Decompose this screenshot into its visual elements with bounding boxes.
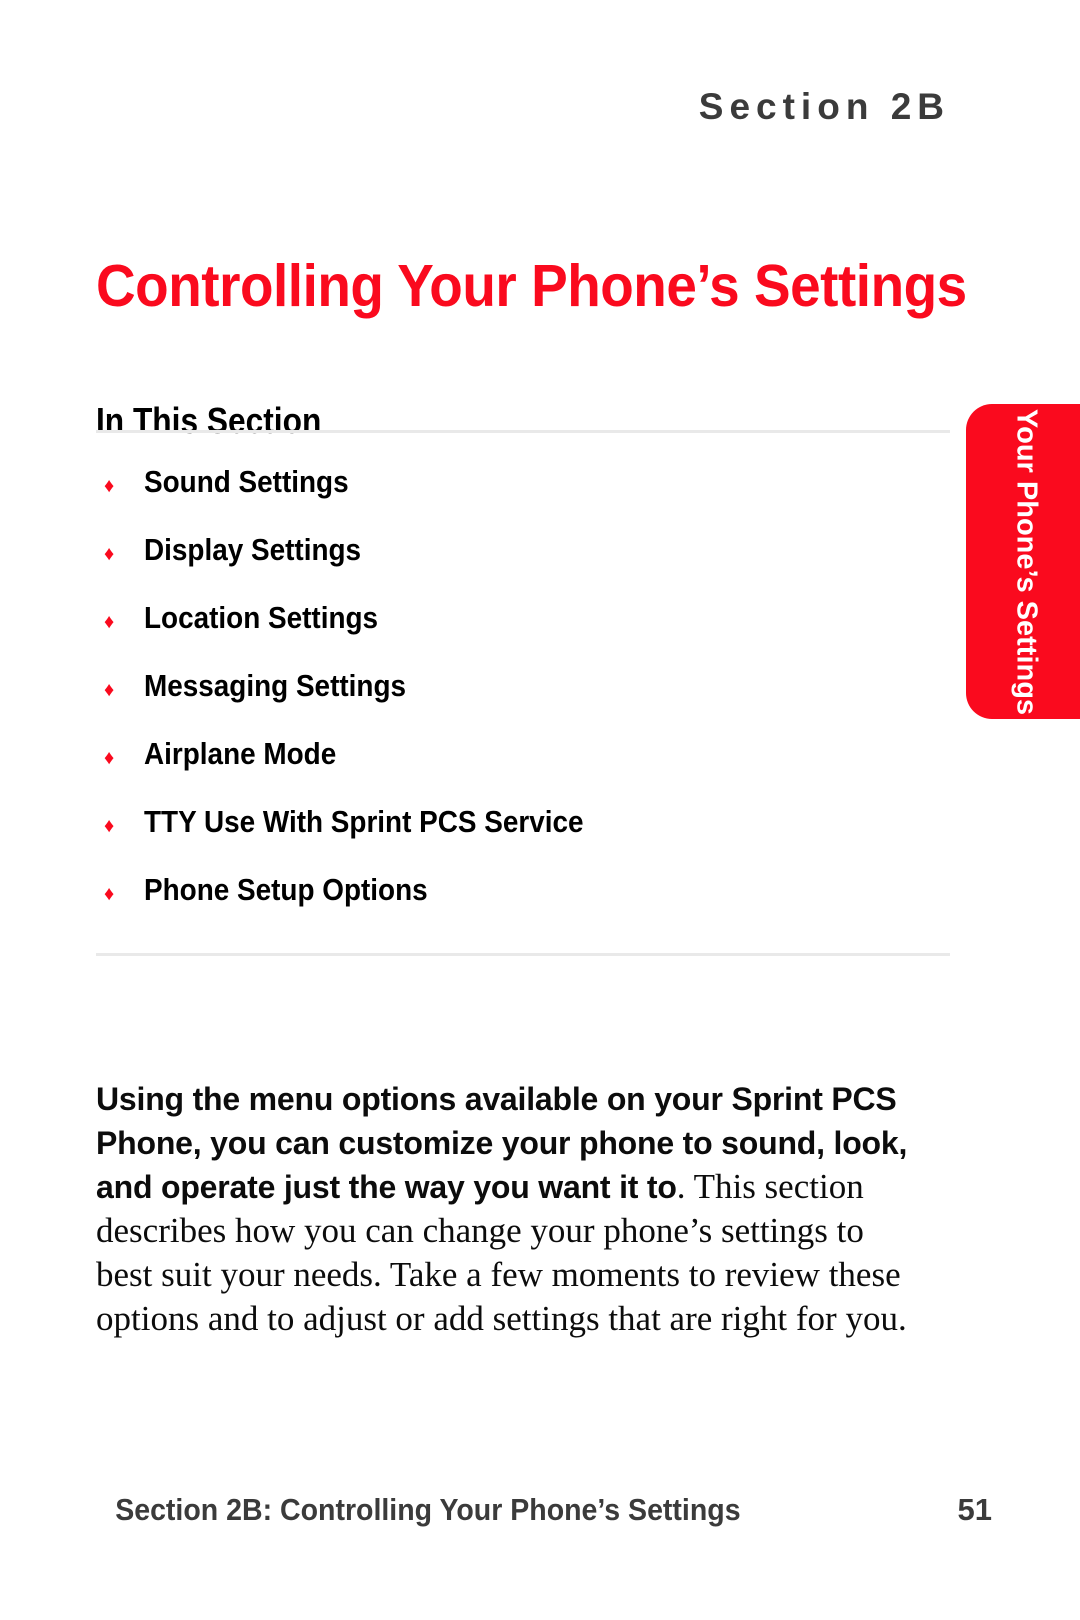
divider-top	[96, 430, 950, 433]
section-thumb-tab-label: Your Phone’s Settings	[1010, 408, 1043, 715]
diamond-bullet-icon: ♦	[104, 611, 115, 633]
list-item-label: Display Settings	[144, 532, 362, 567]
list-item-label: Phone Setup Options	[144, 872, 428, 907]
list-item[interactable]: ♦ Display Settings	[96, 532, 956, 600]
diamond-bullet-icon: ♦	[104, 815, 115, 837]
list-item[interactable]: ♦ Sound Settings	[96, 464, 956, 532]
section-thumb-tab: Your Phone’s Settings	[966, 404, 1080, 719]
diamond-bullet-icon: ♦	[104, 747, 115, 769]
diamond-bullet-icon: ♦	[104, 543, 115, 565]
in-this-section-heading: In This Section	[96, 399, 322, 441]
in-this-section-list: ♦ Sound Settings ♦ Display Settings ♦ Lo…	[96, 464, 956, 940]
list-item[interactable]: ♦ Location Settings	[96, 600, 956, 668]
footer-section-label: Section 2B: Controlling Your Phone’s Set…	[115, 1492, 741, 1527]
list-item-label: TTY Use With Sprint PCS Service	[144, 804, 584, 839]
diamond-bullet-icon: ♦	[104, 475, 115, 497]
divider-bottom	[96, 953, 950, 956]
diamond-bullet-icon: ♦	[104, 679, 115, 701]
document-page: Section 2B Controlling Your Phone’s Sett…	[0, 0, 1080, 1620]
list-item[interactable]: ♦ Phone Setup Options	[96, 872, 956, 940]
list-item-label: Sound Settings	[144, 464, 349, 499]
diamond-bullet-icon: ♦	[104, 883, 115, 905]
page-title: Controlling Your Phone’s Settings	[96, 252, 967, 319]
list-item-label: Messaging Settings	[144, 668, 406, 703]
list-item[interactable]: ♦ Messaging Settings	[96, 668, 956, 736]
list-item-label: Location Settings	[144, 600, 379, 635]
footer-page-number: 51	[957, 1492, 992, 1527]
list-item[interactable]: ♦ TTY Use With Sprint PCS Service	[96, 804, 956, 872]
list-item-label: Airplane Mode	[144, 736, 337, 771]
section-eyebrow: Section 2B	[698, 86, 950, 127]
intro-paragraph: Using the menu options available on your…	[96, 1077, 926, 1341]
list-item[interactable]: ♦ Airplane Mode	[96, 736, 956, 804]
page-footer: Section 2B: Controlling Your Phone’s Set…	[88, 1492, 992, 1528]
